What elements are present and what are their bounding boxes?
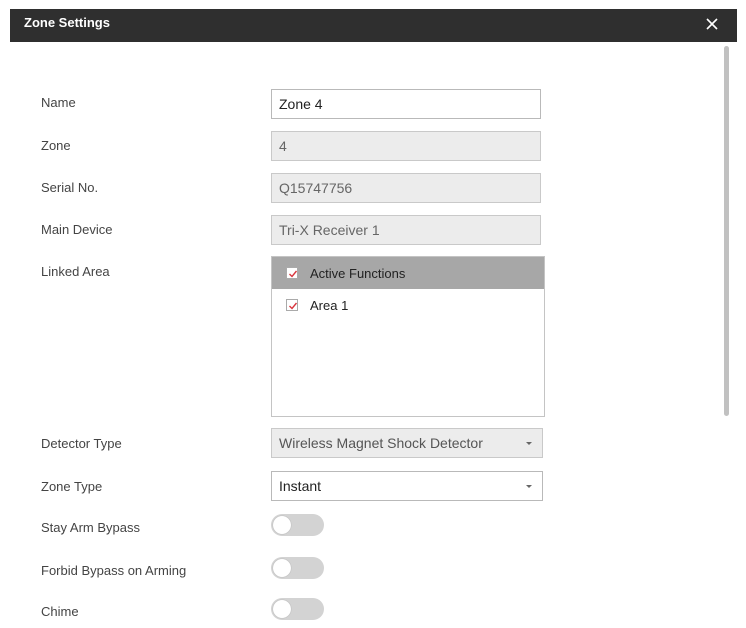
zone-label: Zone xyxy=(41,138,71,153)
dialog-titlebar: Zone Settings xyxy=(10,9,737,42)
linked-area-label: Linked Area xyxy=(41,264,110,279)
name-input[interactable]: Zone 4 xyxy=(271,89,541,119)
chevron-down-icon xyxy=(526,485,532,488)
main-device-label: Main Device xyxy=(41,222,113,237)
chevron-down-icon xyxy=(526,442,532,445)
scrollbar-thumb[interactable] xyxy=(724,46,729,416)
zone-type-select[interactable]: Instant xyxy=(271,471,543,501)
linked-area-list: Active Functions Area 1 xyxy=(271,256,545,417)
serial-label: Serial No. xyxy=(41,180,99,195)
detector-type-value: Wireless Magnet Shock Detector xyxy=(279,435,483,451)
detector-type-value-box: Wireless Magnet Shock Detector xyxy=(271,428,543,458)
check-icon xyxy=(289,270,298,278)
chime-toggle[interactable] xyxy=(271,598,324,620)
zone-type-label: Zone Type xyxy=(41,479,103,494)
toggle-knob xyxy=(273,559,291,577)
toggle-knob xyxy=(273,600,291,618)
zone-type-value-box: Instant xyxy=(271,471,543,501)
area-1-checkbox[interactable] xyxy=(286,299,298,311)
forbid-bypass-toggle[interactable] xyxy=(271,557,324,579)
chime-label: Chime xyxy=(41,604,79,619)
close-button[interactable] xyxy=(701,13,723,35)
stay-arm-bypass-toggle[interactable] xyxy=(271,514,324,536)
check-icon xyxy=(289,302,298,310)
close-icon xyxy=(706,18,718,30)
active-functions-checkbox[interactable] xyxy=(286,267,298,279)
dialog-title: Zone Settings xyxy=(24,15,110,30)
detector-type-label: Detector Type xyxy=(41,436,122,451)
detector-type-select[interactable]: Wireless Magnet Shock Detector xyxy=(271,428,543,458)
forbid-bypass-label: Forbid Bypass on Arming xyxy=(41,563,187,578)
stay-arm-bypass-label: Stay Arm Bypass xyxy=(41,520,140,535)
area-item-label: Area 1 xyxy=(310,297,349,313)
area-item-active-functions[interactable]: Active Functions xyxy=(272,257,544,289)
toggle-knob xyxy=(273,516,291,534)
main-device-field: Tri-X Receiver 1 xyxy=(271,215,541,245)
area-item-label: Active Functions xyxy=(310,265,406,281)
zone-type-value: Instant xyxy=(279,478,322,494)
zone-field: 4 xyxy=(271,131,541,161)
area-item-area-1[interactable]: Area 1 xyxy=(272,289,544,321)
name-label: Name xyxy=(41,95,76,110)
serial-field: Q15747756 xyxy=(271,173,541,203)
